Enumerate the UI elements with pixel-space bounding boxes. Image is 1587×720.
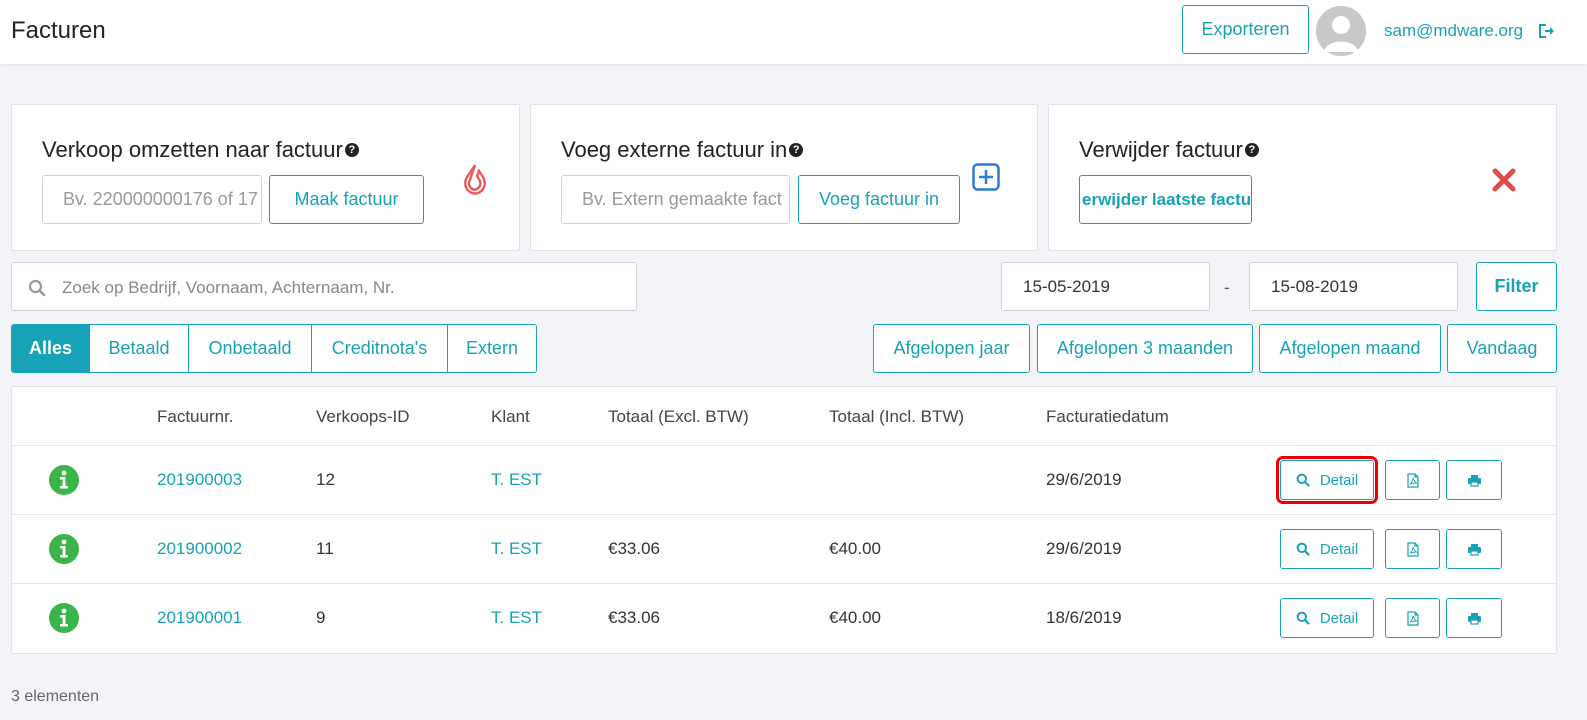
date-to-input[interactable]: 15-08-2019: [1249, 262, 1458, 311]
add-invoice-button[interactable]: Voeg factuur in: [798, 175, 960, 224]
column-header[interactable]: Totaal (Incl. BTW): [829, 407, 964, 427]
invoice-date-cell: 29/6/2019: [1046, 470, 1122, 489]
total-incl-cell: €40.00: [829, 608, 881, 627]
user-email-link[interactable]: sam@mdware.org: [1384, 21, 1523, 41]
search-placeholder: Zoek op Bedrijf, Voornaam, Achternaam, N…: [62, 278, 395, 297]
export-button[interactable]: Exporteren: [1182, 5, 1309, 54]
table-row: 201900003 12 T. EST 29/6/2019 Detail: [12, 445, 1556, 514]
tab-alles[interactable]: Alles: [12, 325, 90, 372]
search-icon: [1296, 611, 1310, 625]
lightspeed-logo-icon: [464, 164, 486, 195]
top-bar: Facturen Exporteren sam@mdware.org: [0, 0, 1587, 64]
column-header[interactable]: Verkoops-ID: [316, 407, 410, 427]
client-link[interactable]: T. EST: [491, 608, 542, 628]
help-icon[interactable]: ?: [789, 143, 804, 157]
print-icon: [1467, 612, 1481, 625]
sale-id-input[interactable]: Bv. 220000000176 of 17: [42, 175, 262, 224]
search-input[interactable]: Zoek op Bedrijf, Voornaam, Achternaam, N…: [11, 262, 637, 311]
print-icon: [1467, 543, 1481, 556]
client-link[interactable]: T. EST: [491, 470, 542, 490]
range-last-year-button[interactable]: Afgelopen jaar: [873, 324, 1030, 373]
sale-id-cell: 11: [316, 539, 334, 558]
search-icon: [1296, 473, 1310, 487]
range-today-button[interactable]: Vandaag: [1447, 324, 1557, 373]
detail-label: Detail: [1319, 471, 1359, 489]
print-button[interactable]: [1446, 529, 1502, 569]
column-header[interactable]: Facturatiedatum: [1046, 407, 1169, 427]
detail-button[interactable]: Detail: [1280, 598, 1374, 638]
detail-button[interactable]: Detail: [1276, 456, 1378, 504]
external-card-title: Voeg externe factuur in: [561, 137, 788, 162]
detail-label: Detail: [1319, 609, 1359, 627]
tab-extern[interactable]: Extern: [448, 325, 536, 372]
delete-invoice-card: Verwijder factuur? erwijder laatste fact…: [1048, 104, 1557, 251]
logout-icon[interactable]: [1537, 22, 1555, 40]
invoice-date-cell: 29/6/2019: [1046, 539, 1122, 558]
column-header[interactable]: Factuurnr.: [157, 407, 234, 427]
range-last-3-months-button[interactable]: Afgelopen 3 maanden: [1037, 324, 1253, 373]
total-excl-cell: €33.06: [608, 539, 660, 558]
convert-sale-card: Verkoop omzetten naar factuur? Bv. 22000…: [11, 104, 520, 251]
status-tabs: Alles Betaald Onbetaald Creditnota's Ext…: [11, 324, 537, 373]
element-count: 3 elementen: [11, 688, 100, 705]
page-title: Facturen: [11, 17, 106, 44]
total-excl-cell: €33.06: [608, 608, 660, 627]
info-icon[interactable]: [49, 465, 79, 495]
plus-square-icon[interactable]: [972, 163, 1000, 191]
pdf-button[interactable]: [1385, 598, 1440, 638]
print-button[interactable]: [1446, 460, 1502, 500]
print-button[interactable]: [1446, 598, 1502, 638]
search-icon: [28, 279, 46, 297]
delete-last-invoice-button[interactable]: erwijder laatste factuu: [1079, 175, 1252, 224]
table-row: 201900002 11 T. EST €33.06 €40.00 29/6/2…: [12, 514, 1556, 583]
total-incl-cell: €40.00: [829, 539, 881, 558]
date-separator: -: [1224, 278, 1230, 297]
close-icon[interactable]: [1491, 167, 1517, 193]
invoice-number-link[interactable]: 201900001: [157, 608, 242, 628]
invoice-number-link[interactable]: 201900003: [157, 470, 242, 490]
invoice-table: Factuurnr. Verkoops-ID Klant Totaal (Exc…: [11, 386, 1557, 654]
sale-id-cell: 9: [316, 608, 326, 627]
info-icon[interactable]: [49, 603, 79, 633]
print-icon: [1467, 474, 1481, 487]
tab-creditnotas[interactable]: Creditnota's: [312, 325, 448, 372]
column-header[interactable]: Klant: [491, 407, 530, 427]
file-pdf-icon: [1406, 610, 1419, 626]
external-invoice-card: Voeg externe factuur in? Bv. Extern gema…: [530, 104, 1038, 251]
client-link[interactable]: T. EST: [491, 539, 542, 559]
pdf-button[interactable]: [1385, 529, 1440, 569]
tab-betaald[interactable]: Betaald: [90, 325, 189, 372]
file-pdf-icon: [1406, 541, 1419, 557]
filter-button[interactable]: Filter: [1476, 262, 1557, 311]
detail-button[interactable]: Detail: [1280, 529, 1374, 569]
external-invoice-input[interactable]: Bv. Extern gemaakte fact: [561, 175, 790, 224]
table-row: 201900001 9 T. EST €33.06 €40.00 18/6/20…: [12, 583, 1556, 652]
convert-card-title: Verkoop omzetten naar factuur: [42, 137, 343, 162]
date-from-input[interactable]: 15-05-2019: [1001, 262, 1210, 311]
file-pdf-icon: [1406, 472, 1419, 488]
column-header[interactable]: Totaal (Excl. BTW): [608, 407, 749, 427]
pdf-button[interactable]: [1385, 460, 1440, 500]
invoice-number-link[interactable]: 201900002: [157, 539, 242, 559]
sale-id-cell: 12: [316, 470, 335, 489]
range-last-month-button[interactable]: Afgelopen maand: [1259, 324, 1441, 373]
detail-label: Detail: [1319, 540, 1359, 558]
info-icon[interactable]: [49, 534, 79, 564]
user-icon: [1316, 6, 1366, 56]
make-invoice-button[interactable]: Maak factuur: [269, 175, 424, 224]
search-icon: [1296, 542, 1310, 556]
delete-card-title: Verwijder factuur: [1079, 137, 1243, 162]
help-icon[interactable]: ?: [1244, 143, 1259, 157]
invoice-date-cell: 18/6/2019: [1046, 608, 1122, 627]
avatar[interactable]: [1316, 6, 1366, 56]
tab-onbetaald[interactable]: Onbetaald: [189, 325, 312, 372]
help-icon[interactable]: ?: [344, 143, 359, 157]
